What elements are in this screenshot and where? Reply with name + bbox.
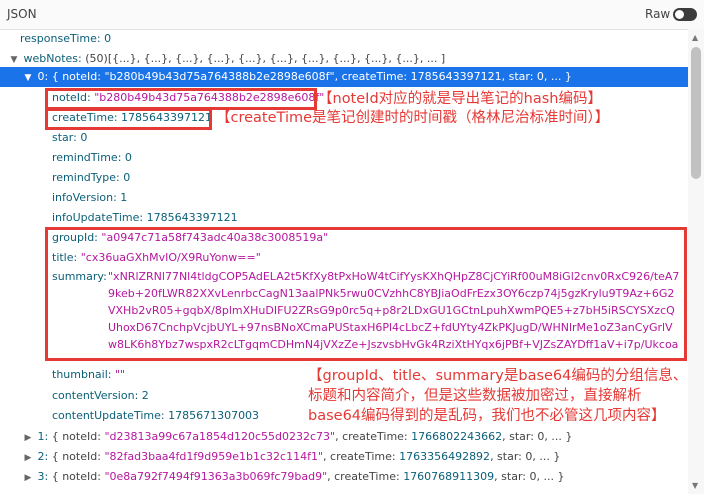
key-label: responseTime: bbox=[20, 32, 101, 45]
key-label: star: bbox=[52, 131, 77, 144]
value: 1785671307003 bbox=[168, 409, 260, 422]
scrollbar-thumb[interactable] bbox=[691, 47, 701, 179]
row-item-2[interactable]: ▶ 2: { noteId: "82fad3baa4fd1f9d959e1b1c… bbox=[0, 447, 688, 467]
preview-suffix: , star: 0, ... } bbox=[490, 450, 561, 463]
key-label: 3: bbox=[37, 470, 49, 483]
key-label: remindTime: bbox=[52, 151, 122, 164]
scroll-down-arrow-icon[interactable]: ▼ bbox=[692, 481, 698, 490]
preview-noteid: "d23813a99c67a1854d120c55d0232c73" bbox=[104, 430, 336, 443]
preview-mid: , createTime: bbox=[327, 470, 404, 483]
preview-prefix: { noteId: bbox=[51, 70, 105, 83]
row-star[interactable]: star: 0 bbox=[0, 128, 688, 148]
row-response-time[interactable]: responseTime: 0 bbox=[0, 29, 688, 49]
key-label: contentUpdateTime: bbox=[52, 409, 165, 422]
chevron-right-icon[interactable]: ▶ bbox=[22, 448, 34, 467]
preview-suffix: , star: 0, ... } bbox=[501, 70, 572, 83]
annotation-createtime: 【createTime是笔记创建时的时间戳（格林尼治标准时间）】 bbox=[216, 110, 610, 126]
row-item-3[interactable]: ▶ 3: { noteId: "0e8a792f7494f91363a3b069… bbox=[0, 467, 688, 487]
vertical-scrollbar[interactable]: ▲ ▼ bbox=[688, 29, 704, 494]
key-label: 1: bbox=[37, 430, 49, 443]
chevron-down-icon[interactable]: ▼ bbox=[22, 68, 34, 87]
key-label: 2: bbox=[37, 450, 49, 463]
key-label: thumbnail: bbox=[52, 368, 112, 381]
row-remind-time[interactable]: remindTime: 0 bbox=[0, 148, 688, 168]
raw-toggle-label: Raw bbox=[645, 7, 671, 21]
value-preview: (50)[{...}, {...}, {...}, {...}, {...}, … bbox=[85, 52, 446, 65]
value: 0 bbox=[104, 32, 112, 45]
row-item-0[interactable]: ▼ 0: { noteId: "b280b49b43d75a764388b2e2… bbox=[0, 67, 688, 87]
annotation-group-line-1: 【groupId、title、summary是base64编码的分组信息、 bbox=[308, 368, 688, 384]
preview-noteid: "b280b49b43d75a764388b2e2898e608f" bbox=[104, 70, 335, 83]
key-label: remindType: bbox=[52, 171, 120, 184]
row-info-update-time[interactable]: infoUpdateTime: 1785643397121 bbox=[0, 208, 688, 228]
preview-createtime: 1760768911309 bbox=[403, 470, 495, 483]
viewer-title: JSON bbox=[7, 7, 37, 21]
chevron-right-icon[interactable]: ▶ bbox=[22, 428, 34, 447]
highlight-box-createtime bbox=[45, 108, 212, 130]
key-label: webNotes: bbox=[23, 52, 82, 65]
preview-prefix: { noteId: bbox=[51, 470, 105, 483]
value: 0 bbox=[124, 151, 132, 164]
preview-noteid: "0e8a792f7494f91363a3b069fc79bad9" bbox=[104, 470, 328, 483]
value: 2 bbox=[141, 389, 149, 402]
highlight-box-noteid bbox=[45, 88, 317, 110]
preview-createtime: 1766802243662 bbox=[411, 430, 503, 443]
row-info-version[interactable]: infoVersion: 1 bbox=[0, 188, 688, 208]
key-label: infoUpdateTime: bbox=[52, 211, 144, 224]
preview-prefix: { noteId: bbox=[51, 430, 105, 443]
key-label: infoVersion: bbox=[52, 191, 117, 204]
preview-mid: , createTime: bbox=[334, 70, 411, 83]
toggle-knob bbox=[675, 10, 684, 19]
preview-createtime: 1763356492892 bbox=[399, 450, 491, 463]
annotation-group-line-2: 标题和内容简介，但是这些数据被加密过，直接解析 bbox=[308, 388, 642, 404]
annotation-group-line-3: base64编码得到的是乱码，我们也不必管这几项内容】 bbox=[308, 408, 666, 424]
preview-createtime: 1785643397121 bbox=[410, 70, 502, 83]
preview-suffix: , star: 0, ... } bbox=[494, 470, 565, 483]
value: 1 bbox=[120, 191, 128, 204]
chevron-right-icon[interactable]: ▶ bbox=[22, 468, 34, 487]
preview-suffix: , star: 0, ... } bbox=[502, 430, 573, 443]
raw-toggle-switch[interactable] bbox=[673, 8, 697, 21]
value: 0 bbox=[80, 131, 88, 144]
annotation-noteid: 【noteId对应的就是导出笔记的hash编码】 bbox=[318, 91, 602, 107]
value: 0 bbox=[123, 171, 131, 184]
preview-prefix: { noteId: bbox=[51, 450, 105, 463]
value: "" bbox=[115, 368, 126, 381]
row-remind-type[interactable]: remindType: 0 bbox=[0, 168, 688, 188]
preview-mid: , createTime: bbox=[323, 450, 400, 463]
value: 1785643397121 bbox=[146, 211, 238, 224]
scroll-up-arrow-icon[interactable]: ▲ bbox=[692, 33, 698, 42]
json-viewer-header: JSON Raw bbox=[0, 0, 704, 30]
preview-mid: , createTime: bbox=[335, 430, 412, 443]
row-web-notes[interactable]: ▼ webNotes: (50)[{...}, {...}, {...}, {.… bbox=[0, 49, 688, 69]
highlight-box-encoded-fields bbox=[45, 227, 687, 361]
key-label: contentVersion: bbox=[52, 389, 139, 402]
key-label: 0: bbox=[37, 70, 49, 83]
row-item-1[interactable]: ▶ 1: { noteId: "d23813a99c67a1854d120c55… bbox=[0, 427, 688, 447]
preview-noteid: "82fad3baa4fd1f9d959e1b1c32c114f1" bbox=[104, 450, 324, 463]
